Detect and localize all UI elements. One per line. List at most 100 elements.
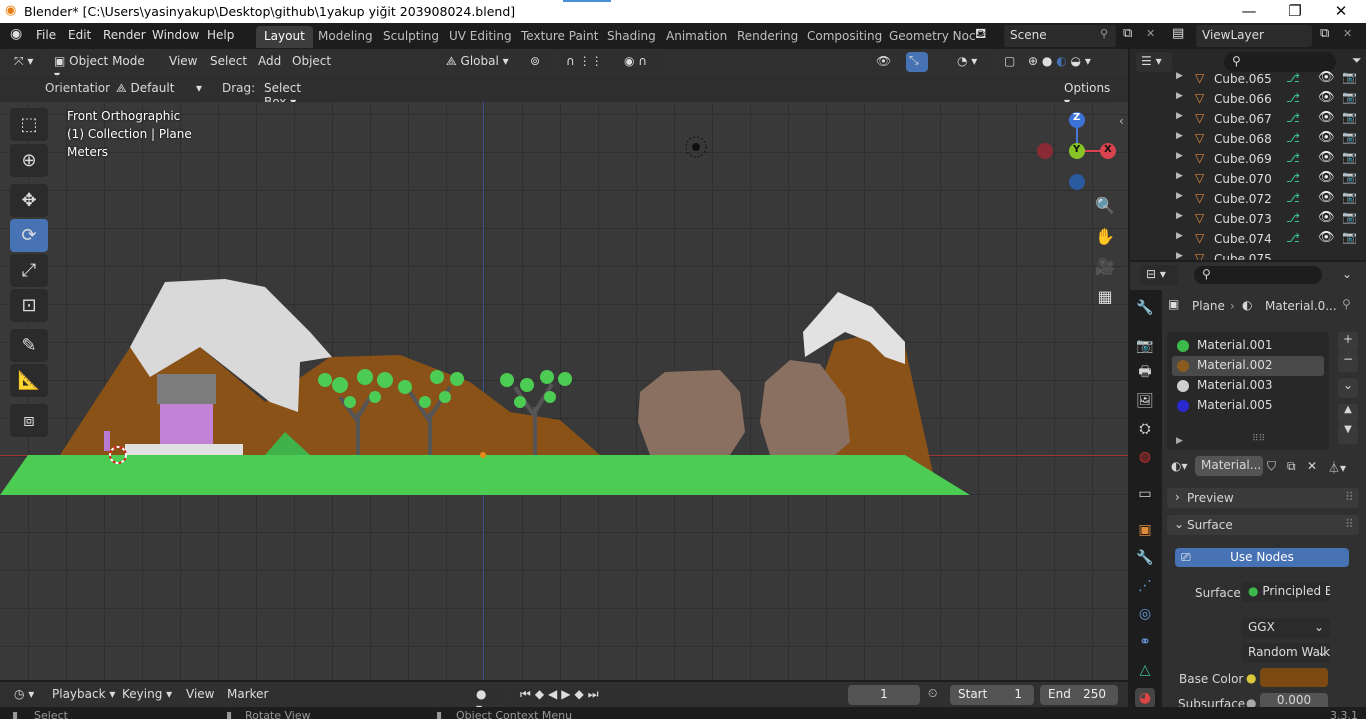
viewlayer-selector[interactable]: ViewLayer xyxy=(1196,25,1312,47)
expand-arrow-icon[interactable]: ▶ xyxy=(1176,131,1183,141)
expand-arrow-icon[interactable]: ▶ xyxy=(1176,171,1183,181)
drag-handle-icon[interactable]: ⠿ xyxy=(1345,517,1354,531)
menu-window[interactable]: Window xyxy=(152,28,199,42)
menu-help[interactable]: Help xyxy=(207,28,234,42)
remove-material-slot-button[interactable]: − xyxy=(1338,352,1358,372)
shading-modes[interactable]: ⊕ ● ◐ ◒ ▾ xyxy=(1022,52,1118,72)
subsurface-value-field[interactable]: 0.000 xyxy=(1260,693,1328,707)
outliner-row[interactable]: ▶ ▽ Cube.068 ⎇ 👁 📷 xyxy=(1130,129,1366,149)
pin-icon[interactable]: ⚲ xyxy=(1100,27,1108,40)
subsurface-method-dropdown[interactable]: Random Walk ⌄ xyxy=(1242,643,1330,663)
move-slot-up-button[interactable]: ▲ xyxy=(1338,404,1358,424)
material-name-field[interactable]: Material... xyxy=(1195,456,1263,476)
visibility-eye-icon[interactable]: 👁 xyxy=(1318,210,1335,225)
mode-dropdown[interactable]: ▣ Object Mode ▾ xyxy=(48,52,156,82)
cursor-tool[interactable]: ⊕ xyxy=(10,144,48,177)
new-scene-icon[interactable]: ⧉ xyxy=(1123,26,1132,41)
material-slot-item[interactable]: Material.003 xyxy=(1172,376,1324,396)
outliner-row[interactable]: ▶ ▽ Cube.073 ⎇ 👁 📷 xyxy=(1130,209,1366,229)
expand-arrow-icon[interactable]: ▶ xyxy=(1176,231,1183,241)
expand-arrow-icon[interactable]: ▶ xyxy=(1176,111,1183,121)
timeline-editor-type[interactable]: ◷ ▾ xyxy=(8,685,42,705)
render-camera-icon[interactable]: 📷 xyxy=(1342,130,1357,144)
select-box-tool[interactable]: ⬚ xyxy=(10,108,48,141)
output-tab[interactable]: 🖶 xyxy=(1135,363,1155,383)
tool-tab[interactable]: 🔧 xyxy=(1135,298,1155,318)
render-camera-icon[interactable]: 📷 xyxy=(1342,210,1357,224)
menu-render[interactable]: Render xyxy=(103,28,146,42)
collection-tab[interactable]: ▭ xyxy=(1135,484,1155,504)
pin-icon[interactable]: ⚲ xyxy=(1342,297,1351,311)
rotate-tool[interactable]: ⟳ xyxy=(10,219,48,252)
visibility-eye-icon[interactable]: 👁 xyxy=(1318,130,1335,145)
next-keyframe-icon[interactable]: ◆ xyxy=(575,687,588,701)
unlink-material-icon[interactable]: ✕ xyxy=(1307,459,1317,473)
material-link-dropdown-icon[interactable]: ⏃▾ xyxy=(1328,459,1346,476)
render-camera-icon[interactable]: 📷 xyxy=(1342,170,1357,184)
visibility-eye-icon[interactable]: 👁 xyxy=(1318,70,1335,85)
current-frame-field[interactable]: 1 xyxy=(848,685,920,705)
annotate-tool[interactable]: ✎ xyxy=(10,329,48,362)
blender-menu-icon[interactable]: ◉ xyxy=(10,26,22,42)
menu-add[interactable]: Add xyxy=(252,52,287,72)
menu-object[interactable]: Object xyxy=(286,52,337,72)
tab-modeling[interactable]: Modeling xyxy=(310,26,381,48)
zoom-button[interactable]: 🔍 xyxy=(1092,192,1118,218)
menu-marker[interactable]: Marker xyxy=(221,685,274,705)
pan-button[interactable]: ✋ xyxy=(1092,223,1118,249)
drag-dropdown[interactable]: Select Box ▾ xyxy=(258,79,333,109)
material-browse-icon[interactable]: ◐▾ xyxy=(1171,459,1188,473)
visibility-eye-icon[interactable]: 👁 xyxy=(1318,150,1335,165)
editor-type-button[interactable]: ⤧ ▾ xyxy=(8,52,42,72)
new-viewlayer-icon[interactable]: ⧉ xyxy=(1320,26,1329,41)
tab-uv-editing[interactable]: UV Editing xyxy=(441,26,520,48)
tab-compositing[interactable]: Compositing xyxy=(799,26,890,48)
tab-layout[interactable]: Layout xyxy=(256,26,313,48)
material-slot-item[interactable]: Material.005 xyxy=(1172,396,1324,416)
remove-scene-icon[interactable]: ✕ xyxy=(1146,27,1155,40)
physics-tab[interactable]: ◎ xyxy=(1135,604,1155,624)
render-tab[interactable]: 📷 xyxy=(1135,336,1155,356)
modifier-tab[interactable]: 🔧 xyxy=(1135,548,1155,568)
color-socket-icon[interactable]: ● xyxy=(1246,671,1256,685)
move-slot-down-button[interactable]: ▼ xyxy=(1338,424,1358,444)
end-frame-field[interactable]: End 250 xyxy=(1040,685,1118,705)
menu-file[interactable]: File xyxy=(36,28,56,42)
gizmo-toggle[interactable]: ⤡ xyxy=(906,52,928,72)
material-slot-item-selected[interactable]: Material.002 xyxy=(1172,356,1324,376)
maximize-button[interactable]: ❐ xyxy=(1272,0,1318,23)
transform-orientation-dropdown[interactable]: ⟁ Global ▾ xyxy=(440,52,518,72)
scale-tool[interactable]: ⤢ xyxy=(10,254,48,287)
pivot-dropdown[interactable]: ⊚ xyxy=(524,52,554,72)
snap-toggle[interactable]: ∩ ⋮⋮ xyxy=(560,52,612,72)
render-camera-icon[interactable]: 📷 xyxy=(1342,110,1357,124)
use-nodes-button[interactable]: ⎚ Use Nodes xyxy=(1175,548,1349,567)
expand-arrow-icon[interactable]: ▶ xyxy=(1176,91,1183,101)
remove-viewlayer-icon[interactable]: ✕ xyxy=(1343,27,1352,40)
transform-tool[interactable]: ⊡ xyxy=(10,289,48,322)
outliner-row[interactable]: ▶ ▽ Cube.075 xyxy=(1130,249,1366,260)
preview-panel-header[interactable]: › Preview ⠿ xyxy=(1167,488,1359,508)
wireframe-shading-icon[interactable]: ⊕ xyxy=(1028,54,1038,68)
properties-editor-type[interactable]: ⊟ ▾ xyxy=(1140,265,1178,285)
overlay-toggle[interactable]: ◔ ▾ xyxy=(951,52,991,72)
material-specials-button[interactable]: ⌄ xyxy=(1338,378,1358,398)
jump-start-icon[interactable]: ⏮ xyxy=(520,687,535,701)
list-resize-handle-icon[interactable]: ⠿⠿ xyxy=(1252,434,1265,444)
menu-timeline-view[interactable]: View xyxy=(180,685,220,705)
ortho-toggle-button[interactable]: ▦ xyxy=(1092,283,1118,309)
filter-icon[interactable]: ⏷ xyxy=(1352,53,1362,68)
visibility-eye-icon[interactable]: 👁 xyxy=(1318,190,1335,205)
duplicate-material-icon[interactable]: ⧉ xyxy=(1287,459,1296,474)
add-cube-tool[interactable]: ⧈ xyxy=(10,404,48,437)
world-tab[interactable]: ◍ xyxy=(1135,447,1155,467)
rendered-shading-icon[interactable]: ◒ xyxy=(1071,54,1081,68)
outliner-row[interactable]: ▶ ▽ Cube.070 ⎇ 👁 📷 xyxy=(1130,169,1366,189)
tab-geometry-nodes[interactable]: Geometry Noc xyxy=(881,26,984,48)
visibility-eye-icon[interactable]: 👁 xyxy=(1318,230,1335,245)
auto-keying-toggle[interactable]: ● ▾ xyxy=(470,685,500,715)
chevron-down-icon[interactable]: ⌄ xyxy=(1342,267,1352,281)
options-dropdown[interactable]: Options ▾ xyxy=(1058,79,1120,109)
surface-panel-header[interactable]: ⌄ Surface ⠿ xyxy=(1167,515,1359,535)
play-reverse-icon[interactable]: ◀ xyxy=(548,687,561,701)
